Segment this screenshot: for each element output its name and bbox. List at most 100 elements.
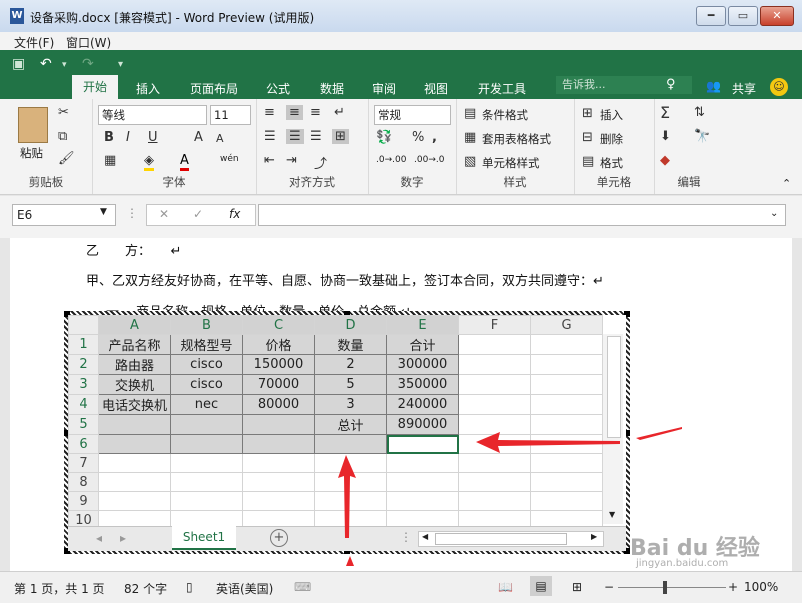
language-indicator[interactable]: 英语(美国)	[216, 580, 273, 597]
cell-a1[interactable]: 产品名称	[98, 334, 171, 355]
fill-color-icon[interactable]: ◈	[144, 153, 154, 171]
cell-e7[interactable]	[386, 453, 459, 473]
cell-b8[interactable]	[170, 472, 243, 492]
next-sheet-icon[interactable]: ▸	[120, 531, 126, 545]
column-header-d[interactable]: D	[314, 315, 387, 335]
share-icon[interactable]: 👥	[706, 79, 721, 93]
conditional-format-button[interactable]: 条件格式	[482, 107, 528, 123]
row-header[interactable]: 7	[68, 453, 99, 473]
number-format-select[interactable]: 常规	[374, 105, 451, 125]
select-all-corner[interactable]	[68, 315, 99, 335]
column-header-b[interactable]: B	[170, 315, 243, 335]
font-color-icon[interactable]: A	[180, 153, 189, 171]
cell-a9[interactable]	[98, 491, 171, 511]
cell-a6[interactable]	[98, 434, 171, 454]
cell-c2[interactable]: 150000	[242, 354, 315, 375]
vertical-scroll-thumb[interactable]	[607, 336, 621, 438]
row-header[interactable]: 1	[68, 334, 99, 355]
cell-g7[interactable]	[530, 453, 603, 473]
cell-c3[interactable]: 70000	[242, 374, 315, 395]
tab-home[interactable]: 开始	[72, 75, 118, 99]
cell-b3[interactable]: cisco	[170, 374, 243, 395]
cell-g9[interactable]	[530, 491, 603, 511]
font-size-select[interactable]: 11	[210, 105, 251, 125]
cell-d8[interactable]	[314, 472, 387, 492]
sort-filter-icon[interactable]: ⇅	[694, 105, 705, 120]
zoom-out-button[interactable]: −	[604, 580, 614, 594]
cell-a2[interactable]: 路由器	[98, 354, 171, 375]
horizontal-scrollbar[interactable]: ◀ ▶	[418, 531, 604, 547]
cell-d4[interactable]: 3	[314, 394, 387, 415]
column-header-c[interactable]: C	[242, 315, 315, 335]
cancel-icon[interactable]: ✕	[159, 207, 169, 221]
insert-cells-icon[interactable]: ⊞	[582, 106, 593, 121]
zoom-slider[interactable]	[618, 587, 726, 588]
cell-a7[interactable]	[98, 453, 171, 473]
cell-a3[interactable]: 交换机	[98, 374, 171, 395]
cell-b7[interactable]	[170, 453, 243, 473]
cell-f9[interactable]	[458, 491, 531, 511]
cell-a4[interactable]: 电话交换机	[98, 394, 171, 415]
format-as-table-button[interactable]: 套用表格格式	[482, 131, 551, 147]
italic-button[interactable]: I	[126, 130, 130, 145]
conditional-format-icon[interactable]: ▤	[464, 106, 476, 121]
format-as-table-icon[interactable]: ▦	[464, 130, 476, 145]
decrease-indent-icon[interactable]: ⇤	[264, 153, 275, 168]
align-bottom-icon[interactable]: ≡	[310, 105, 321, 120]
comma-style-button[interactable]: ,	[432, 130, 437, 145]
save-icon[interactable]: ▣	[12, 56, 25, 72]
cell-b4[interactable]: nec	[170, 394, 243, 415]
cell-d1[interactable]: 数量	[314, 334, 387, 355]
format-painter-icon[interactable]: 🖌	[58, 151, 75, 166]
cell-e2[interactable]: 300000	[386, 354, 459, 375]
cell-c4[interactable]: 80000	[242, 394, 315, 415]
collapse-ribbon-icon[interactable]: ⌃	[782, 177, 791, 190]
cell-d5[interactable]: 总计	[314, 414, 387, 435]
expand-formula-icon[interactable]: ⌄	[770, 208, 778, 219]
scroll-left-icon[interactable]: ◀	[422, 532, 428, 541]
menu-window[interactable]: 窗口(W)	[66, 34, 111, 51]
cell-c9[interactable]	[242, 491, 315, 511]
align-middle-icon[interactable]: ≡	[286, 105, 303, 120]
wrap-text-icon[interactable]: ↵	[334, 105, 345, 120]
cell-e9[interactable]	[386, 491, 459, 511]
paste-icon[interactable]	[18, 107, 48, 143]
scroll-right-icon[interactable]: ▶	[591, 532, 597, 541]
tab-data[interactable]: 数据	[320, 80, 344, 97]
minimize-button[interactable]: ━	[696, 6, 726, 26]
web-layout-icon[interactable]: ⊞	[572, 580, 582, 594]
cell-d2[interactable]: 2	[314, 354, 387, 375]
cell-g5[interactable]	[530, 414, 603, 435]
cell-c5[interactable]	[242, 414, 315, 435]
word-count[interactable]: 82 个字	[124, 580, 167, 597]
cell-f7[interactable]	[458, 453, 531, 473]
cell-b9[interactable]	[170, 491, 243, 511]
vertical-scrollbar[interactable]: ▼	[602, 334, 623, 524]
cell-f8[interactable]	[458, 472, 531, 492]
increase-font-size-button[interactable]: A	[194, 130, 203, 145]
row-header[interactable]: 3	[68, 374, 99, 395]
redo-icon[interactable]: ↷	[82, 56, 94, 72]
format-cells-button[interactable]: 格式	[600, 155, 623, 171]
row-header[interactable]: 5	[68, 414, 99, 435]
cell-d6[interactable]	[314, 434, 387, 454]
delete-cells-icon[interactable]: ⊟	[582, 130, 593, 145]
customize-qat-icon[interactable]: ▾	[118, 59, 123, 70]
align-right-icon[interactable]: ☰	[310, 129, 322, 144]
cell-g4[interactable]	[530, 394, 603, 415]
cell-e6[interactable]	[386, 434, 459, 454]
insert-cells-button[interactable]: 插入	[600, 107, 623, 123]
paste-button[interactable]: 粘贴	[20, 145, 43, 161]
cell-g6[interactable]	[530, 434, 603, 454]
merge-center-icon[interactable]: ⊞	[332, 129, 349, 144]
row-header[interactable]: 2	[68, 354, 99, 375]
column-header-g[interactable]: G	[530, 315, 603, 335]
read-mode-icon[interactable]: 📖	[498, 580, 513, 594]
zoom-slider-thumb[interactable]	[663, 581, 667, 594]
enter-icon[interactable]: ✓	[193, 207, 203, 221]
tab-review[interactable]: 审阅	[372, 80, 396, 97]
cell-f2[interactable]	[458, 354, 531, 375]
insert-function-button[interactable]: fx	[229, 207, 240, 221]
currency-icon[interactable]: 💱	[376, 130, 392, 145]
cell-f6[interactable]	[458, 434, 531, 454]
